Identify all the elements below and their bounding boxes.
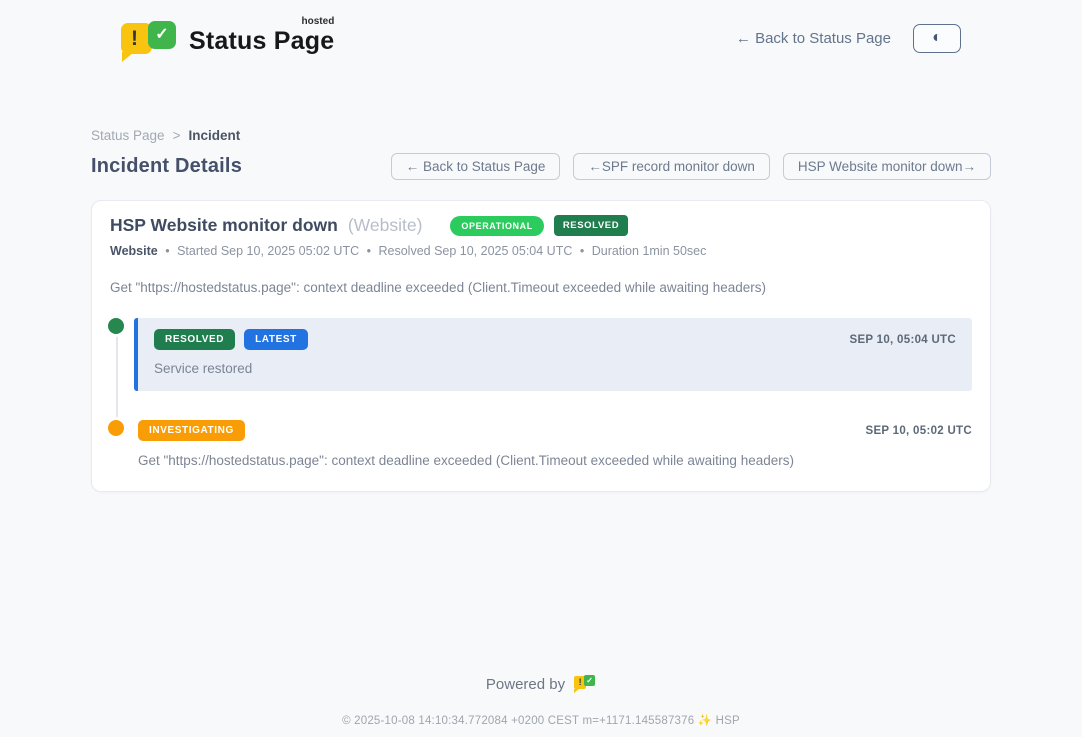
incident-meta: Website • Started Sep 10, 2025 05:02 UTC…: [110, 244, 972, 258]
page-title: Incident Details: [91, 155, 242, 178]
timeline-dot-resolved: [108, 318, 124, 334]
meta-service: Website: [110, 244, 158, 258]
update-timestamp: SEP 10, 05:04 UTC: [849, 334, 956, 346]
next-incident-button[interactable]: HSP Website monitor down→: [783, 153, 991, 180]
meta-resolved: Resolved Sep 10, 2025 05:04 UTC: [378, 244, 572, 258]
timeline-item-resolved: RESOLVED LATEST SEP 10, 05:04 UTC Servic…: [110, 318, 972, 391]
checkmark-glyph: ✓: [586, 677, 593, 685]
page-footer: Powered by ! ✓ © 2025-10-08 14:10:34.772…: [0, 674, 1082, 727]
exclamation-glyph: !: [579, 678, 582, 687]
theme-toggle-button[interactable]: ◐: [913, 24, 961, 53]
main-content: Status Page > Incident Incident Details …: [91, 128, 991, 492]
app-header: ! ✓ hosted Status Page ← Back to Status …: [0, 0, 1082, 62]
incident-nav-buttons: ← Back to Status Page ←SPF record monito…: [391, 153, 991, 180]
powered-by-label: Powered by: [486, 676, 565, 693]
incident-title: HSP Website monitor down: [110, 215, 338, 236]
incident-description: Get "https://hostedstatus.page": context…: [110, 280, 972, 295]
brand-name: hosted Status Page: [189, 17, 334, 56]
update-box-latest: RESOLVED LATEST SEP 10, 05:04 UTC Servic…: [134, 318, 972, 391]
incident-service-label: (Website): [348, 215, 423, 236]
breadcrumb-status-page[interactable]: Status Page: [91, 128, 165, 143]
operational-badge: OPERATIONAL: [450, 216, 543, 236]
timeline-dot-investigating: [108, 420, 124, 436]
latest-update-badge: LATEST: [244, 329, 308, 350]
brand-logo-icon: ! ✓: [121, 17, 179, 59]
meta-bullet: •: [580, 244, 584, 258]
brand-hosted-label: hosted: [302, 16, 335, 27]
powered-by-link[interactable]: Powered by ! ✓: [0, 674, 1082, 694]
meta-started: Started Sep 10, 2025 05:02 UTC: [177, 244, 359, 258]
brand-logo[interactable]: ! ✓ hosted Status Page: [121, 17, 334, 59]
exclamation-glyph: !: [131, 28, 138, 49]
update-message: Service restored: [154, 361, 956, 376]
update-message: Get "https://hostedstatus.page": context…: [138, 453, 972, 468]
prev-incident-button[interactable]: ←SPF record monitor down: [573, 153, 770, 180]
powered-by-logo-icon: ! ✓: [574, 674, 596, 694]
breadcrumb-incident: Incident: [188, 128, 240, 143]
incident-card: HSP Website monitor down (Website) OPERA…: [91, 200, 991, 492]
contrast-icon: ◐: [932, 30, 942, 46]
resolved-status-badge: RESOLVED: [554, 215, 628, 236]
resolved-update-badge: RESOLVED: [154, 329, 235, 350]
logo-check-bubble: ✓: [148, 21, 176, 49]
breadcrumb: Status Page > Incident: [91, 128, 991, 143]
logo-check-bubble: ✓: [584, 675, 595, 686]
incident-timeline: RESOLVED LATEST SEP 10, 05:04 UTC Servic…: [110, 318, 972, 468]
meta-duration: Duration 1min 50sec: [592, 244, 707, 258]
header-back-link[interactable]: ← Back to Status Page: [736, 30, 891, 47]
breadcrumb-separator: >: [173, 128, 181, 143]
copyright-text: © 2025-10-08 14:10:34.772084 +0200 CEST …: [0, 713, 1082, 727]
timeline-item-investigating: INVESTIGATING SEP 10, 05:02 UTC Get "htt…: [110, 420, 972, 468]
checkmark-glyph: ✓: [155, 27, 168, 43]
meta-bullet: •: [367, 244, 371, 258]
investigating-update-badge: INVESTIGATING: [138, 420, 245, 441]
brand-title: Status Page: [189, 27, 334, 55]
back-to-status-page-button[interactable]: ← Back to Status Page: [391, 153, 561, 180]
update-timestamp: SEP 10, 05:02 UTC: [865, 425, 972, 437]
meta-bullet: •: [165, 244, 169, 258]
